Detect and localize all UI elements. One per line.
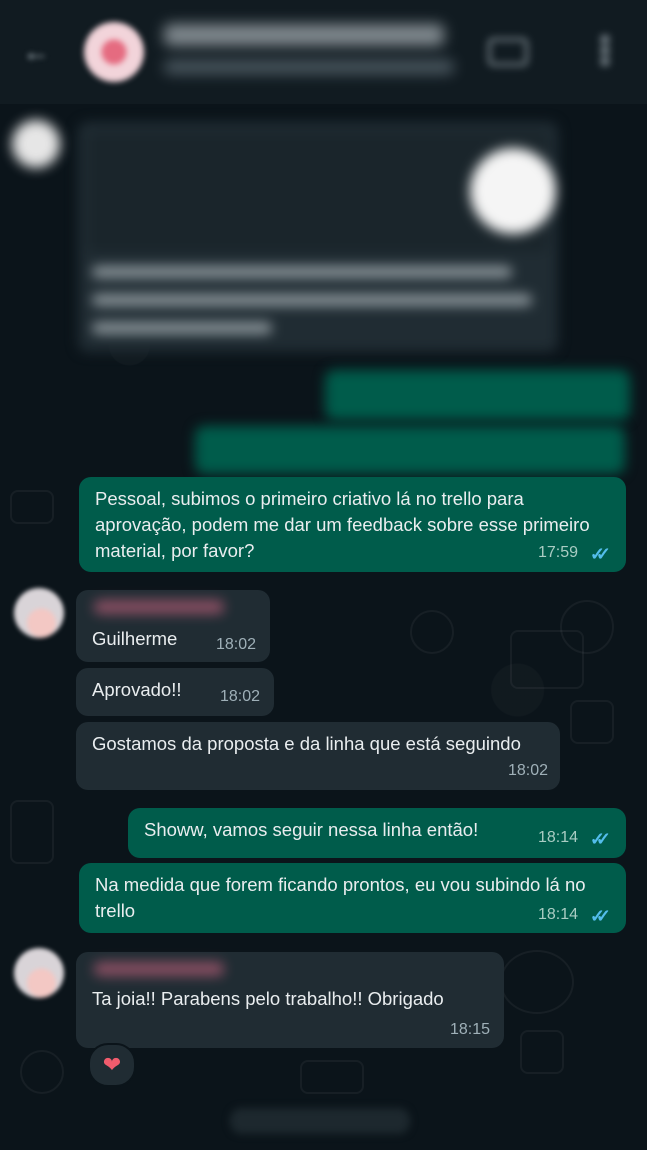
more-vert-icon[interactable] bbox=[600, 34, 610, 66]
blurred-outgoing-message bbox=[195, 426, 625, 474]
message-time: 18:02 bbox=[219, 688, 260, 705]
group-avatar[interactable] bbox=[84, 22, 144, 82]
blurred-footer bbox=[230, 1108, 410, 1134]
chat-header: ← bbox=[0, 0, 647, 104]
incoming-message[interactable]: Aprovado!! 18:02 bbox=[76, 668, 274, 716]
video-call-icon[interactable] bbox=[488, 38, 528, 66]
message-text: Gostamos da proposta e da linha que está… bbox=[92, 733, 521, 754]
double-check-icon: ✓✓ bbox=[589, 906, 611, 926]
sender-name-blurred bbox=[94, 962, 224, 976]
blurred-audio-message bbox=[78, 122, 558, 352]
message-text: Na medida que forem ficando prontos, eu … bbox=[95, 874, 586, 921]
back-arrow-icon[interactable]: ← bbox=[22, 36, 50, 68]
incoming-message[interactable]: Guilherme 18:02 bbox=[76, 590, 270, 662]
incoming-message[interactable]: Ta joia!! Parabens pelo trabalho!! Obrig… bbox=[76, 952, 504, 1048]
double-check-icon: ✓✓ bbox=[589, 829, 611, 849]
message-time: 18:14 bbox=[537, 829, 578, 846]
sender-name-blurred bbox=[94, 600, 224, 614]
double-check-icon: ✓✓ bbox=[589, 544, 611, 564]
message-text: Guilherme bbox=[92, 628, 178, 649]
chat-title-blurred[interactable] bbox=[164, 24, 444, 46]
message-time: 18:14 bbox=[537, 906, 578, 923]
sender-avatar[interactable] bbox=[14, 948, 64, 998]
message-text: Showw, vamos seguir nessa linha então! bbox=[144, 819, 479, 840]
message-text: Aprovado!! bbox=[92, 679, 182, 700]
blurred-outgoing-message bbox=[325, 370, 630, 420]
incoming-message[interactable]: Gostamos da proposta e da linha que está… bbox=[76, 722, 560, 790]
outgoing-message[interactable]: Na medida que forem ficando prontos, eu … bbox=[79, 863, 626, 933]
message-text: Ta joia!! Parabens pelo trabalho!! Obrig… bbox=[92, 988, 444, 1009]
message-time: 17:59 bbox=[537, 544, 578, 561]
message-time: 18:02 bbox=[507, 762, 548, 779]
message-text: Pessoal, subimos o primeiro criativo lá … bbox=[95, 488, 590, 561]
sender-avatar[interactable] bbox=[14, 588, 64, 638]
heart-reaction-icon[interactable]: ❤ bbox=[88, 1043, 136, 1087]
chat-subtitle-blurred bbox=[164, 60, 454, 74]
outgoing-message[interactable]: Showw, vamos seguir nessa linha então! 1… bbox=[128, 808, 626, 858]
sender-avatar-blurred bbox=[12, 120, 60, 168]
message-time: 18:15 bbox=[449, 1021, 490, 1038]
outgoing-message[interactable]: Pessoal, subimos o primeiro criativo lá … bbox=[79, 477, 626, 572]
message-time: 18:02 bbox=[215, 636, 256, 653]
